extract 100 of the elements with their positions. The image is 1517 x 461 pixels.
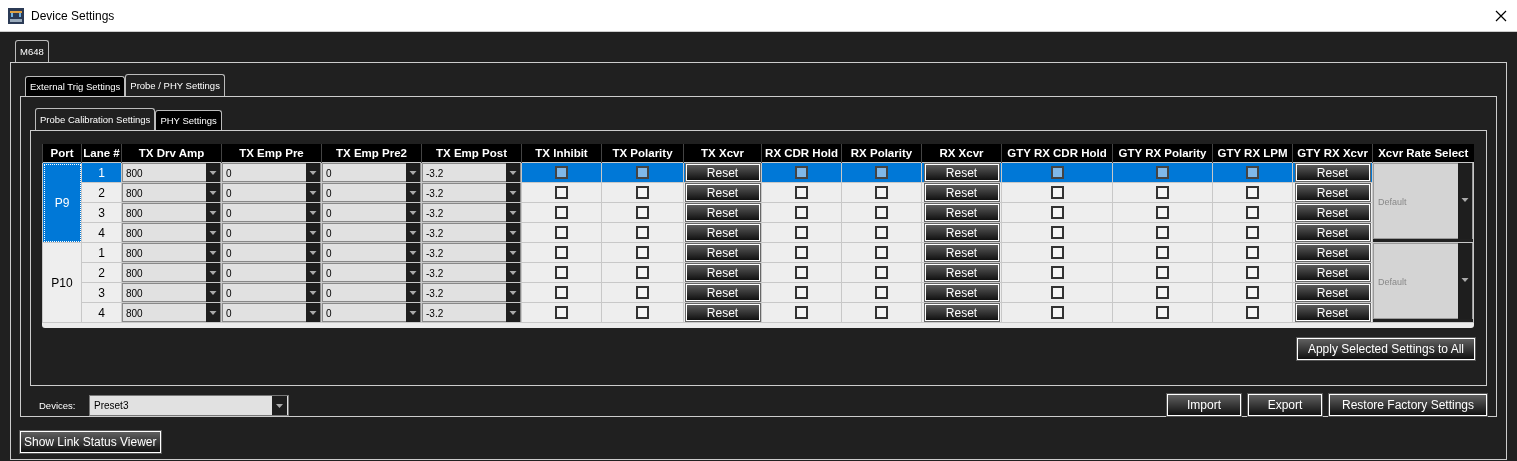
reset-button[interactable]: Reset — [924, 224, 999, 241]
dropdown[interactable]: 0 — [222, 243, 321, 262]
checkbox[interactable] — [1050, 306, 1064, 320]
reset-button[interactable]: Reset — [924, 164, 999, 181]
checkbox[interactable] — [795, 206, 808, 220]
checkbox[interactable] — [1246, 166, 1259, 180]
reset-button[interactable]: Reset — [924, 244, 999, 261]
dropdown[interactable]: 0 — [222, 223, 321, 242]
checkbox[interactable] — [1156, 206, 1169, 220]
dropdown[interactable]: 0 — [322, 163, 421, 182]
dropdown[interactable]: 800 — [122, 183, 221, 202]
dropdown[interactable]: 800 — [122, 263, 221, 282]
checkbox[interactable] — [1050, 246, 1064, 260]
checkbox[interactable] — [795, 286, 808, 300]
checkbox[interactable] — [795, 266, 808, 280]
checkbox[interactable] — [555, 166, 568, 180]
reset-button[interactable]: Reset — [685, 164, 760, 181]
checkbox[interactable] — [1156, 306, 1169, 320]
checkbox[interactable] — [636, 166, 649, 180]
checkbox[interactable] — [875, 206, 888, 220]
reset-button[interactable]: Reset — [685, 204, 760, 221]
checkbox[interactable] — [1156, 186, 1169, 200]
dropdown[interactable]: 0 — [322, 243, 421, 262]
reset-button[interactable]: Reset — [685, 184, 760, 201]
checkbox[interactable] — [1246, 306, 1259, 320]
checkbox[interactable] — [636, 206, 649, 220]
checkbox[interactable] — [795, 166, 808, 180]
checkbox[interactable] — [555, 206, 568, 220]
reset-button[interactable]: Reset — [685, 224, 760, 241]
dropdown[interactable]: 0 — [322, 263, 421, 282]
checkbox[interactable] — [795, 306, 808, 320]
dropdown[interactable]: 0 — [322, 283, 421, 302]
dropdown[interactable]: 0 — [322, 303, 421, 322]
checkbox[interactable] — [795, 246, 808, 260]
reset-button[interactable]: Reset — [685, 304, 760, 321]
device-tab[interactable]: M648 — [15, 40, 49, 62]
checkbox[interactable] — [1050, 266, 1064, 280]
dropdown[interactable]: 0 — [222, 303, 321, 322]
checkbox[interactable] — [555, 246, 568, 260]
checkbox[interactable] — [875, 166, 888, 180]
sub-tab[interactable]: Probe Calibration Settings — [35, 108, 156, 130]
checkbox[interactable] — [875, 226, 888, 240]
checkbox[interactable] — [636, 226, 649, 240]
reset-button[interactable]: Reset — [1295, 164, 1370, 181]
dropdown[interactable]: 0 — [222, 203, 321, 222]
dropdown[interactable]: 0 — [222, 283, 321, 302]
reset-button[interactable]: Reset — [1295, 184, 1370, 201]
checkbox[interactable] — [795, 186, 808, 200]
checkbox[interactable] — [555, 306, 568, 320]
action-button[interactable]: Import — [1167, 394, 1241, 416]
reset-button[interactable]: Reset — [1295, 264, 1370, 281]
dropdown[interactable]: -3.2 — [422, 283, 521, 302]
dropdown[interactable]: 800 — [122, 283, 221, 302]
checkbox[interactable] — [875, 266, 888, 280]
settings-tab[interactable]: External Trig Settings — [25, 76, 126, 96]
checkbox[interactable] — [1246, 266, 1259, 280]
checkbox[interactable] — [1050, 286, 1064, 300]
sub-tab[interactable]: PHY Settings — [155, 110, 222, 130]
dropdown[interactable]: 800 — [122, 203, 221, 222]
settings-tab[interactable]: Probe / PHY Settings — [125, 74, 225, 96]
dropdown[interactable]: 800 — [122, 223, 221, 242]
dropdown[interactable]: 800 — [122, 303, 221, 322]
reset-button[interactable]: Reset — [924, 264, 999, 281]
checkbox[interactable] — [555, 286, 568, 300]
close-icon[interactable] — [1495, 9, 1507, 22]
action-button[interactable]: Restore Factory Settings — [1329, 394, 1487, 416]
checkbox[interactable] — [1050, 186, 1064, 200]
checkbox[interactable] — [1246, 286, 1259, 300]
checkbox[interactable] — [636, 246, 649, 260]
dropdown[interactable]: 800 — [122, 163, 221, 182]
checkbox[interactable] — [795, 226, 808, 240]
checkbox[interactable] — [555, 186, 568, 200]
checkbox[interactable] — [1246, 246, 1259, 260]
reset-button[interactable]: Reset — [1295, 244, 1370, 261]
dropdown[interactable]: -3.2 — [422, 243, 521, 262]
checkbox[interactable] — [1156, 166, 1169, 180]
dropdown[interactable]: 0 — [322, 183, 421, 202]
checkbox[interactable] — [875, 286, 888, 300]
reset-button[interactable]: Reset — [1295, 204, 1370, 221]
reset-button[interactable]: Reset — [924, 184, 999, 201]
checkbox[interactable] — [1050, 226, 1064, 240]
checkbox[interactable] — [1050, 206, 1064, 220]
checkbox[interactable] — [1246, 186, 1259, 200]
dropdown[interactable]: 0 — [222, 263, 321, 282]
checkbox[interactable] — [1050, 166, 1064, 180]
reset-button[interactable]: Reset — [924, 284, 999, 301]
dropdown[interactable]: -3.2 — [422, 183, 521, 202]
checkbox[interactable] — [636, 266, 649, 280]
devices-dropdown[interactable]: Preset3 — [89, 394, 289, 416]
reset-button[interactable]: Reset — [685, 244, 760, 261]
checkbox[interactable] — [1156, 226, 1169, 240]
checkbox[interactable] — [1156, 266, 1169, 280]
checkbox[interactable] — [875, 246, 888, 260]
dropdown[interactable]: 0 — [222, 183, 321, 202]
checkbox[interactable] — [1246, 226, 1259, 240]
checkbox[interactable] — [636, 286, 649, 300]
dropdown[interactable]: -3.2 — [422, 203, 521, 222]
checkbox[interactable] — [875, 186, 888, 200]
checkbox[interactable] — [1246, 206, 1259, 220]
checkbox[interactable] — [1156, 286, 1169, 300]
